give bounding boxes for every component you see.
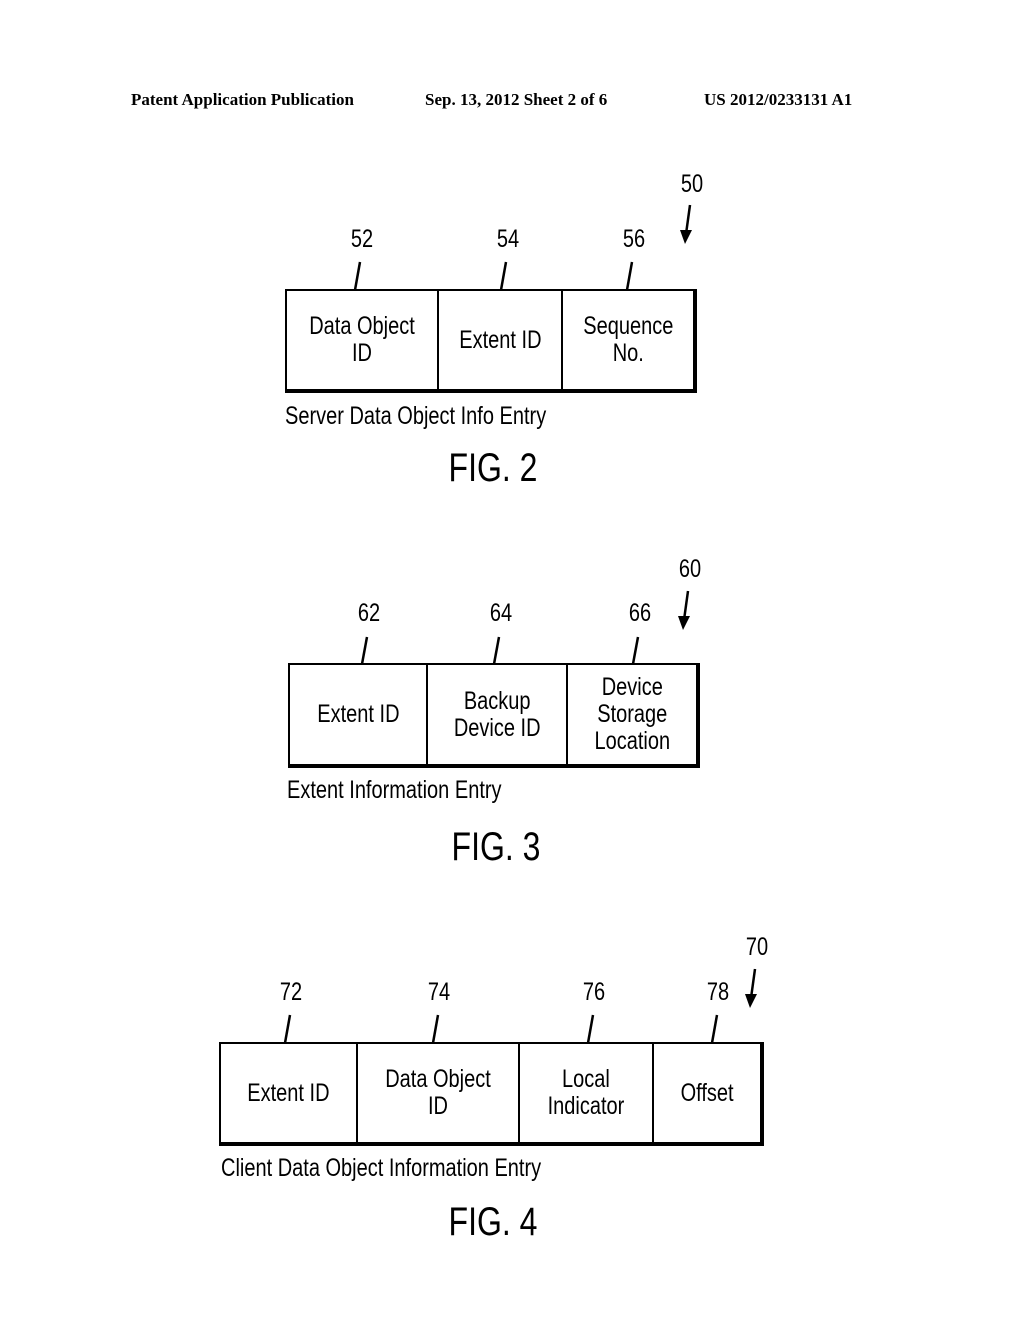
leader-line-52 [353, 261, 362, 291]
leader-line-54 [499, 261, 508, 291]
ref-number-70: 70 [745, 933, 769, 961]
server-data-object-info-entry-diagram: Data Object ID Extent ID Sequence No. [285, 289, 697, 393]
figure-caption: Extent Information Entry [287, 776, 502, 804]
field-extent-id: Extent ID [439, 291, 563, 389]
leader-line-66 [631, 636, 640, 665]
figure-caption: Client Data Object Information Entry [221, 1154, 542, 1182]
arrow-70-shaft [749, 968, 757, 999]
leader-line-78 [710, 1014, 719, 1044]
field-local-indicator: Local Indicator [520, 1044, 654, 1142]
field-extent-id: Extent ID [221, 1044, 358, 1142]
leader-line-62 [360, 636, 369, 665]
ref-number-64: 64 [489, 599, 513, 627]
ref-number-76: 76 [582, 978, 606, 1006]
arrow-70-head [745, 994, 757, 1008]
ref-number-54: 54 [496, 225, 520, 253]
arrow-60-shaft [682, 590, 690, 621]
figure-label: FIG. 3 [451, 825, 541, 869]
field-data-object-id: Data Object ID [287, 291, 439, 389]
ref-number-60: 60 [678, 555, 702, 583]
leader-line-76 [586, 1014, 595, 1044]
field-data-object-id: Data Object ID [358, 1044, 520, 1142]
arrow-60-head [678, 616, 690, 630]
arrow-50-shaft [684, 204, 692, 235]
client-data-object-information-entry-diagram: Extent ID Data Object ID Local Indicator… [219, 1042, 764, 1146]
leader-line-56 [625, 261, 634, 291]
field-offset: Offset [680, 1078, 734, 1107]
leader-line-72 [283, 1014, 292, 1044]
extent-information-entry-diagram: Extent ID Backup Device ID Device Storag… [288, 663, 700, 768]
field-backup-device-id: Backup Device ID [428, 665, 568, 764]
ref-number-62: 62 [357, 599, 381, 627]
ref-number-66: 66 [628, 599, 652, 627]
field-extent-id: Extent ID [290, 665, 428, 764]
field-sequence-no: Sequence No. [582, 312, 674, 367]
leader-line-64 [492, 636, 501, 665]
ref-number-74: 74 [427, 978, 451, 1006]
ref-number-56: 56 [622, 225, 646, 253]
figure-label: FIG. 4 [448, 1200, 538, 1244]
leader-line-74 [431, 1014, 440, 1044]
patent-number: US 2012/0233131 A1 [704, 90, 853, 109]
publication-type: Patent Application Publication [131, 90, 354, 109]
ref-number-50: 50 [680, 170, 704, 198]
figure-caption: Server Data Object Info Entry [285, 402, 547, 430]
ref-number-52: 52 [350, 225, 374, 253]
publication-date-sheet: Sep. 13, 2012 Sheet 2 of 6 [425, 90, 608, 109]
figure-label: FIG. 2 [448, 446, 538, 490]
field-device-storage-location: Device Storage Location [594, 673, 670, 755]
arrow-50-head [680, 230, 692, 244]
ref-number-72: 72 [279, 978, 303, 1006]
ref-number-78: 78 [706, 978, 730, 1006]
